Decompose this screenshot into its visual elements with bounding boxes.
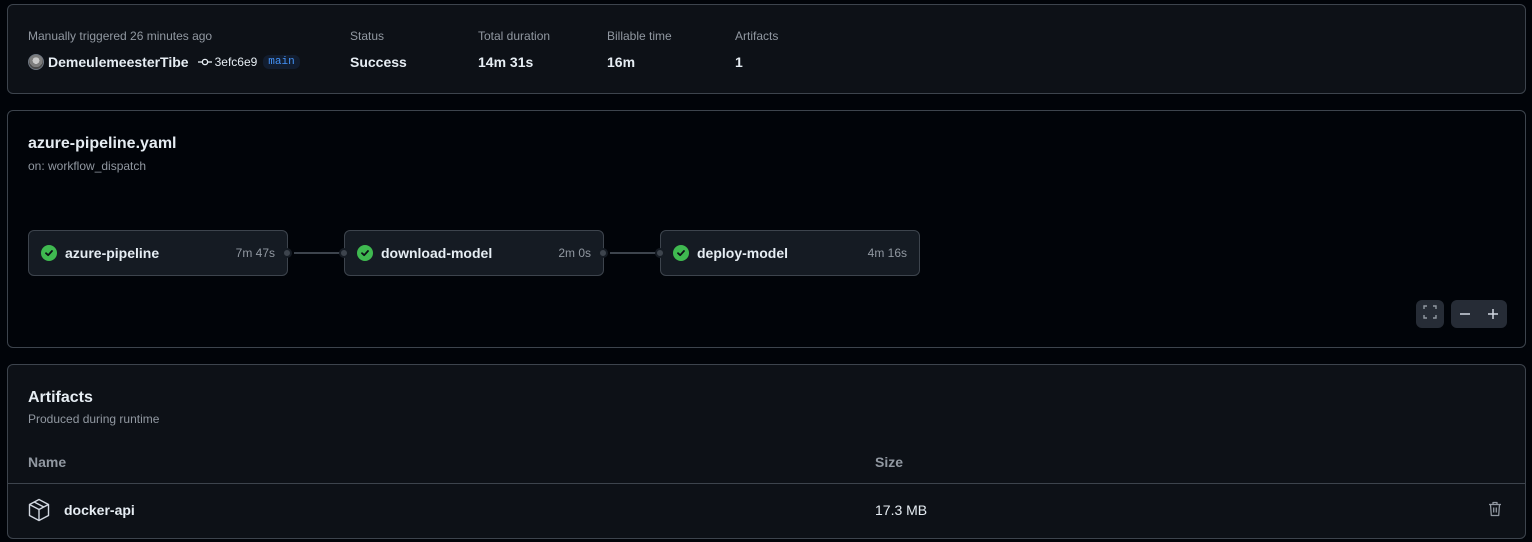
column-header-size: Size (875, 454, 904, 470)
billable-label: Billable time (607, 29, 672, 43)
connector-dot (339, 248, 349, 258)
artifact-size: 17.3 MB (875, 502, 928, 518)
zoom-out-button[interactable] (1451, 308, 1479, 320)
job-card-download-model[interactable]: download-model 2m 0s (344, 230, 604, 276)
connector-dot (598, 248, 608, 258)
trash-icon[interactable] (1488, 501, 1502, 522)
avatar[interactable] (28, 54, 44, 70)
run-summary-panel: Manually triggered 26 minutes ago Demeul… (7, 4, 1526, 94)
artifacts-panel: Artifacts Produced during runtime Name S… (7, 364, 1526, 539)
artifacts-count-label: Artifacts (735, 29, 779, 43)
zoom-in-button[interactable] (1479, 308, 1507, 320)
check-circle-icon (673, 245, 689, 261)
trigger-info: Manually triggered 26 minutes ago Demeul… (28, 28, 300, 71)
fullscreen-button[interactable] (1416, 300, 1444, 328)
job-connector (610, 252, 660, 254)
table-row: docker-api 17.3 MB (8, 484, 1525, 539)
column-header-name: Name (28, 454, 67, 470)
package-icon (28, 498, 50, 527)
artifacts-count-value[interactable]: 1 (735, 53, 778, 71)
actor-link[interactable]: DemeulemeesterTibe (48, 54, 189, 70)
job-name: download-model (381, 245, 493, 261)
billable-stat: Billable time 16m (607, 28, 672, 71)
status-value: Success (350, 54, 407, 70)
fullscreen-icon (1423, 304, 1437, 324)
job-name: deploy-model (697, 245, 789, 261)
artifacts-title: Artifacts (28, 389, 93, 406)
artifacts-subtitle: Produced during runtime (28, 412, 160, 426)
job-connector (294, 252, 344, 254)
job-time: 4m 16s (867, 246, 907, 260)
job-card-azure-pipeline[interactable]: azure-pipeline 7m 47s (28, 230, 288, 276)
trigger-label: Manually triggered 26 minutes ago (28, 29, 213, 43)
artifacts-stat: Artifacts 1 (735, 28, 778, 71)
workflow-file-name[interactable]: azure-pipeline.yaml (28, 135, 177, 153)
workflow-trigger: on: workflow_dispatch (28, 159, 147, 173)
zoom-controls (1451, 300, 1507, 328)
job-time: 7m 47s (235, 246, 275, 260)
duration-label: Total duration (478, 29, 551, 43)
connector-dot (282, 248, 292, 258)
duration-value: 14m 31s (478, 54, 534, 70)
git-commit-icon (197, 55, 212, 69)
job-name: azure-pipeline (65, 245, 160, 261)
status-label: Status (350, 29, 385, 43)
artifact-link[interactable]: docker-api (64, 502, 135, 518)
connector-dot (655, 248, 665, 258)
plus-icon (1488, 309, 1498, 319)
job-card-deploy-model[interactable]: deploy-model 4m 16s (660, 230, 920, 276)
billable-value[interactable]: 16m (607, 53, 672, 71)
workflow-graph-panel: azure-pipeline.yaml on: workflow_dispatc… (7, 110, 1526, 348)
check-circle-icon (41, 245, 57, 261)
job-time: 2m 0s (558, 246, 591, 260)
commit-sha-link[interactable]: 3efc6e9 (215, 55, 258, 69)
status-stat: Status Success (350, 28, 407, 71)
branch-badge[interactable]: main (263, 55, 300, 69)
duration-stat: Total duration 14m 31s (478, 28, 550, 71)
check-circle-icon (357, 245, 373, 261)
minus-icon (1460, 313, 1470, 315)
